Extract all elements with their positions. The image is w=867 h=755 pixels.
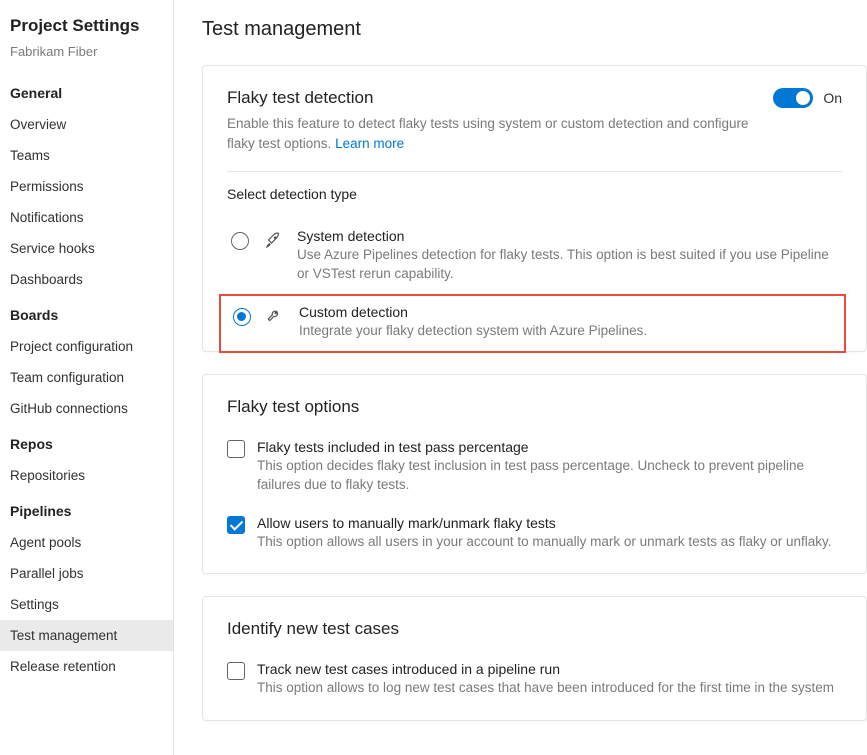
manual-mark-title: Allow users to manually mark/unmark flak… <box>257 515 842 531</box>
system-detection-title: System detection <box>297 228 842 244</box>
learn-more-link[interactable]: Learn more <box>335 136 404 151</box>
sidebar-title: Project Settings <box>0 0 173 40</box>
rocket-icon <box>263 231 283 249</box>
sidebar-item-dashboards[interactable]: Dashboards <box>0 264 173 295</box>
sidebar-item-teams[interactable]: Teams <box>0 140 173 171</box>
sidebar-item-settings[interactable]: Settings <box>0 589 173 620</box>
select-type-label: Select detection type <box>227 186 842 202</box>
sidebar: Project Settings Fabrikam Fiber General … <box>0 0 174 755</box>
newcases-title: Identify new test cases <box>227 619 842 639</box>
system-detection-radio[interactable] <box>231 232 249 250</box>
flaky-desc: Enable this feature to detect flaky test… <box>227 114 773 153</box>
track-new-desc: This option allows to log new test cases… <box>257 679 842 698</box>
sidebar-item-github[interactable]: GitHub connections <box>0 393 173 424</box>
toggle-label: On <box>823 90 842 106</box>
page-title: Test management <box>202 18 867 41</box>
include-pass-percentage-checkbox[interactable] <box>227 440 245 458</box>
flaky-toggle[interactable] <box>773 88 813 108</box>
sidebar-item-release-retention[interactable]: Release retention <box>0 651 173 682</box>
system-detection-desc: Use Azure Pipelines detection for flaky … <box>297 246 842 284</box>
sidebar-item-team-config[interactable]: Team configuration <box>0 362 173 393</box>
new-test-cases-card: Identify new test cases Track new test c… <box>202 596 867 721</box>
include-pass-desc: This option decides flaky test inclusion… <box>257 457 842 495</box>
track-new-title: Track new test cases introduced in a pip… <box>257 661 842 677</box>
sidebar-item-repositories[interactable]: Repositories <box>0 460 173 491</box>
sidebar-item-test-management[interactable]: Test management <box>0 620 173 651</box>
flaky-title: Flaky test detection <box>227 88 773 108</box>
custom-detection-option[interactable]: Custom detection Integrate your flaky de… <box>219 294 846 353</box>
custom-detection-title: Custom detection <box>299 304 840 320</box>
manual-mark-checkbox[interactable] <box>227 516 245 534</box>
custom-detection-radio[interactable] <box>233 308 251 326</box>
flaky-options-card: Flaky test options Flaky tests included … <box>202 374 867 575</box>
manual-mark-desc: This option allows all users in your acc… <box>257 533 842 552</box>
sidebar-item-agent-pools[interactable]: Agent pools <box>0 527 173 558</box>
main-content: Test management Flaky test detection Ena… <box>174 0 867 755</box>
section-repos: Repos <box>0 424 173 460</box>
track-new-checkbox[interactable] <box>227 662 245 680</box>
options-title: Flaky test options <box>227 397 842 417</box>
sidebar-item-notifications[interactable]: Notifications <box>0 202 173 233</box>
sidebar-item-project-config[interactable]: Project configuration <box>0 331 173 362</box>
system-detection-option[interactable]: System detection Use Azure Pipelines det… <box>227 220 842 292</box>
include-pass-title: Flaky tests included in test pass percen… <box>257 439 842 455</box>
section-pipelines: Pipelines <box>0 491 173 527</box>
custom-detection-desc: Integrate your flaky detection system wi… <box>299 322 840 341</box>
flaky-detection-card: Flaky test detection Enable this feature… <box>202 65 867 352</box>
project-name: Fabrikam Fiber <box>0 40 173 73</box>
sidebar-item-parallel-jobs[interactable]: Parallel jobs <box>0 558 173 589</box>
sidebar-item-permissions[interactable]: Permissions <box>0 171 173 202</box>
section-boards: Boards <box>0 295 173 331</box>
section-general: General <box>0 73 173 109</box>
wrench-icon <box>265 307 285 325</box>
sidebar-item-overview[interactable]: Overview <box>0 109 173 140</box>
sidebar-item-service-hooks[interactable]: Service hooks <box>0 233 173 264</box>
divider <box>227 171 842 172</box>
